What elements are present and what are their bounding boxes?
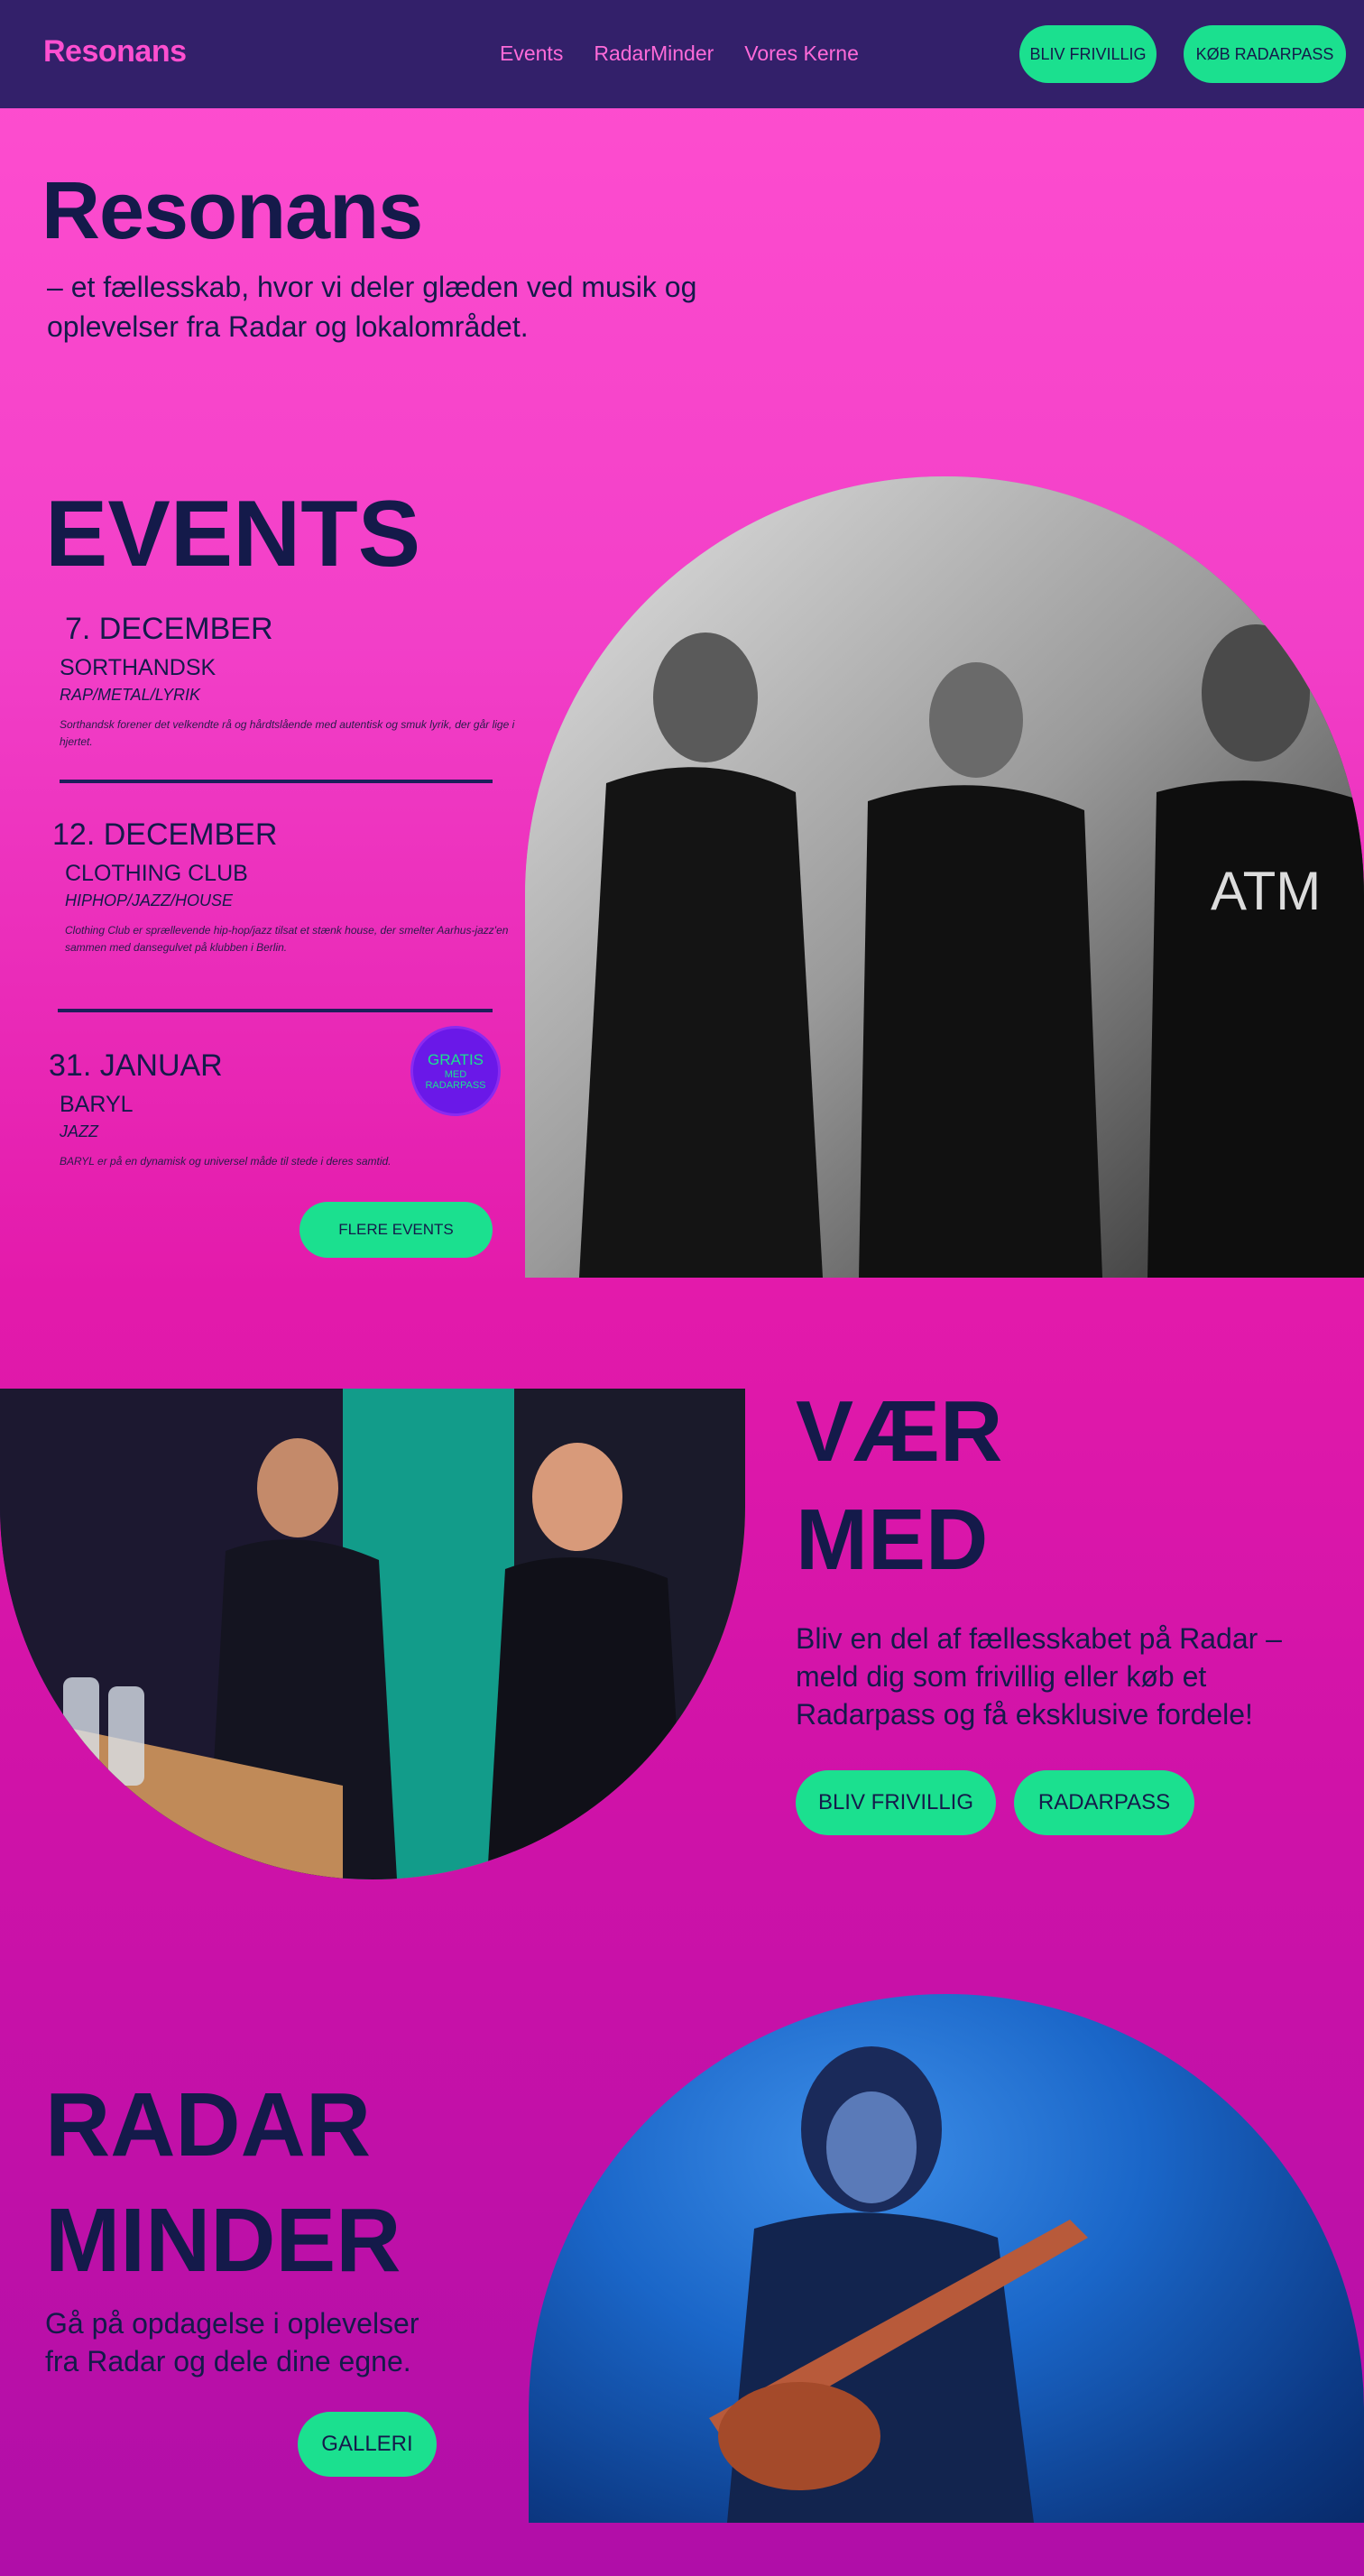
guitarist-photo [529,1994,1364,2523]
nav-link-vores-kerne[interactable]: Vores Kerne [744,42,859,66]
event-date: 7. DECEMBER [65,612,273,646]
event-description: BARYL er på en dynamisk og universel måd… [60,1155,392,1168]
nav-logo[interactable]: Resonans [43,34,187,69]
memories-text: Gå på opdagelse i oplevelser fra Radar o… [45,2307,419,2377]
event-date: 31. JANUAR [49,1048,223,1083]
badge-subtitle: MED RADARPASS [425,1069,486,1091]
join-text: Bliv en del af fællesskabet på Radar – m… [796,1622,1282,1731]
event-date: 12. DECEMBER [52,817,278,852]
more-events-button[interactable]: FLERE EVENTS [300,1202,493,1258]
event-divider [58,1009,493,1012]
nav-link-radarminder[interactable]: RadarMinder [594,42,714,66]
nav-volunteer-button[interactable]: BLIV FRIVILLIG [1019,25,1157,83]
nav-buy-radarpass-button[interactable]: KØB RADARPASS [1184,25,1346,83]
gallery-button[interactable]: GALLERI [298,2412,437,2477]
event-name[interactable]: BARYL [60,1092,134,1118]
memories-heading-line1: RADAR [45,2074,372,2175]
event-genre: JAZZ [60,1122,98,1140]
nav-links: Events RadarMinder Vores Kerne [500,42,859,66]
hero-tagline: – et fællesskab, hvor vi deler glæden ve… [47,271,697,343]
event-name[interactable]: SORTHANDSK [60,655,216,681]
memories-heading-line2: MINDER [45,2190,401,2291]
event-description: Sorthandsk forener det velkendte rå og h… [60,718,515,748]
bar-volunteers-photo [0,1389,745,1879]
event-name[interactable]: CLOTHING CLUB [65,861,248,887]
event-divider [60,780,493,783]
svg-text:ATM: ATM [1211,861,1321,921]
event-description: Clothing Club er sprællevende hip-hop/ja… [65,924,509,954]
events-heading: EVENTS [45,482,421,586]
join-radarpass-button[interactable]: RADARPASS [1014,1770,1194,1835]
free-with-radarpass-badge: GRATIS MED RADARPASS [413,1029,498,1113]
hero-logo: Resonans [41,166,423,256]
band-photo: ATM [525,476,1364,1278]
join-volunteer-button[interactable]: BLIV FRIVILLIG [796,1770,996,1835]
join-heading-line1: VÆR [796,1383,1003,1480]
badge-title: GRATIS [427,1051,484,1068]
top-navigation: Resonans Events RadarMinder Vores Kerne … [0,0,1364,108]
event-genre: RAP/METAL/LYRIK [60,686,201,704]
nav-link-events[interactable]: Events [500,42,563,66]
join-heading-line2: MED [796,1491,989,1588]
event-genre: HIPHOP/JAZZ/HOUSE [65,891,234,909]
